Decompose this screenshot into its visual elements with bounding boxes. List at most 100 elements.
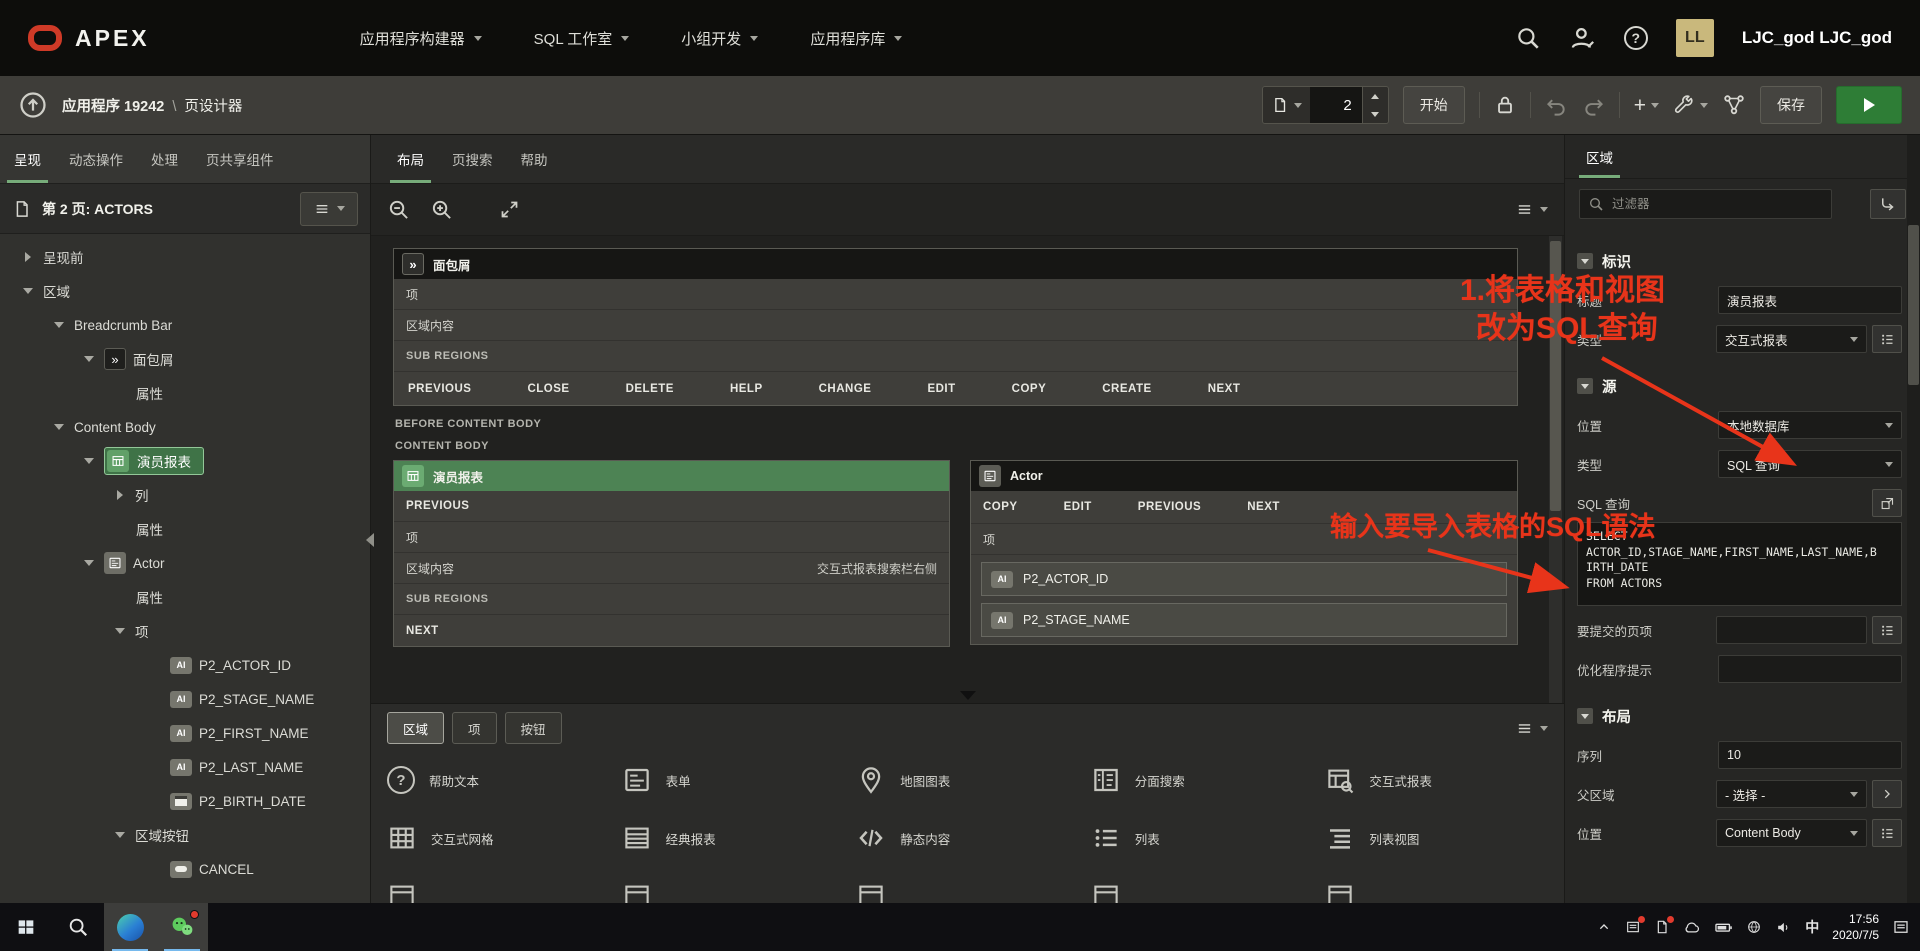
tray-app-icon[interactable]: [1625, 916, 1646, 935]
region-row-subregions[interactable]: SUB REGIONS: [394, 584, 949, 615]
canvas-scrollbar[interactable]: [1549, 236, 1562, 703]
code-editor-button[interactable]: [1872, 489, 1902, 517]
start-button[interactable]: [0, 903, 52, 951]
canvas-button-next[interactable]: NEXT: [1208, 383, 1241, 395]
tree-item-pre-rendering[interactable]: 呈现前: [0, 240, 370, 274]
edge-icon[interactable]: [104, 903, 156, 951]
canvas-button-change[interactable]: CHANGE: [819, 383, 872, 395]
gallery-item-form[interactable]: 表单: [622, 760, 845, 800]
actor-form-header[interactable]: Actor: [971, 461, 1517, 491]
page-items-lov-button[interactable]: [1872, 616, 1902, 644]
layout-menu-button[interactable]: [1516, 201, 1548, 218]
expand-icon[interactable]: [499, 199, 520, 220]
tab-shared-components[interactable]: 页共享组件: [192, 135, 288, 183]
tab-processing[interactable]: 处理: [137, 135, 192, 183]
tray-app-icon[interactable]: [1654, 916, 1675, 935]
go-button[interactable]: 开始: [1402, 86, 1465, 124]
filter-input[interactable]: [1612, 197, 1823, 211]
go-to-group-button[interactable]: [1870, 189, 1906, 219]
breadcrumb-app[interactable]: 应用程序 19242: [62, 99, 164, 115]
canvas-item-p2-actor-id[interactable]: AI P2_ACTOR_ID: [981, 562, 1507, 596]
nav-team-dev[interactable]: 小组开发: [681, 28, 759, 49]
tree-item-attributes[interactable]: 属性: [0, 376, 370, 410]
gallery-item-interactive-report[interactable]: 交互式报表: [1325, 760, 1548, 800]
tree-item-p2-last-name[interactable]: AI P2_LAST_NAME: [0, 750, 370, 784]
redo-icon[interactable]: [1582, 94, 1605, 117]
utilities-menu-button[interactable]: [1673, 94, 1708, 116]
gallery-tab-buttons[interactable]: 按钮: [504, 712, 562, 744]
admin-user-icon[interactable]: [1569, 25, 1596, 52]
canvas-button-next[interactable]: NEXT: [406, 625, 439, 637]
canvas-button-edit[interactable]: EDIT: [1064, 501, 1092, 513]
page-step-up[interactable]: [1363, 87, 1388, 105]
chevron-down-icon[interactable]: [112, 827, 128, 843]
lock-icon[interactable]: [1494, 94, 1516, 116]
region-row-items[interactable]: 项: [394, 279, 1517, 310]
tree-item-p2-actor-id[interactable]: AI P2_ACTOR_ID: [0, 648, 370, 682]
chevron-down-icon[interactable]: [51, 419, 67, 435]
tree-item-p2-stage-name[interactable]: AI P2_STAGE_NAME: [0, 682, 370, 716]
chevron-down-icon[interactable]: [81, 351, 97, 367]
canvas-button-previous[interactable]: PREVIOUS: [408, 383, 471, 395]
action-center-icon[interactable]: [1892, 918, 1910, 936]
undo-icon[interactable]: [1545, 94, 1568, 117]
page-number-input[interactable]: [1309, 87, 1362, 123]
gallery-item-partial[interactable]: [1325, 876, 1548, 903]
source-type-select[interactable]: SQL 查询: [1718, 450, 1902, 478]
tree-item-breadcrumb[interactable]: » 面包屑: [0, 342, 370, 376]
page-step-down[interactable]: [1363, 105, 1388, 123]
canvas-button-delete[interactable]: DELETE: [626, 383, 674, 395]
tab-dynamic-actions[interactable]: 动态操作: [55, 135, 137, 183]
region-type-select[interactable]: 交互式报表: [1716, 325, 1867, 353]
breadcrumb-region-header[interactable]: » 面包屑: [394, 249, 1517, 279]
collapse-toggle-icon[interactable]: [1577, 708, 1593, 724]
gallery-menu-button[interactable]: [1516, 720, 1548, 737]
canvas-button-copy[interactable]: COPY: [1012, 383, 1047, 395]
collapse-toggle-icon[interactable]: [1577, 253, 1593, 269]
chevron-right-icon[interactable]: [20, 249, 36, 265]
gallery-item-interactive-grid[interactable]: 交互式网格: [387, 818, 610, 858]
nav-app-gallery[interactable]: 应用程序库: [810, 28, 903, 49]
battery-icon[interactable]: [1714, 918, 1733, 937]
canvas-item-p2-stage-name[interactable]: AI P2_STAGE_NAME: [981, 603, 1507, 637]
tree-item-items[interactable]: 项: [0, 614, 370, 648]
onedrive-cloud-icon[interactable]: [1683, 918, 1701, 936]
tab-region-properties[interactable]: 区域: [1571, 135, 1628, 178]
wechat-icon[interactable]: [156, 903, 208, 951]
run-page-button[interactable]: [1836, 86, 1902, 124]
chevron-down-icon[interactable]: [81, 453, 97, 469]
collapse-toggle-icon[interactable]: [1577, 378, 1593, 394]
region-row-content[interactable]: 区域内容: [394, 310, 1517, 341]
shared-components-icon[interactable]: [1722, 93, 1746, 117]
network-icon[interactable]: [1746, 919, 1762, 935]
selected-tree-node[interactable]: 演员报表: [104, 447, 204, 475]
tray-expand-icon[interactable]: [1596, 919, 1612, 935]
tab-rendering[interactable]: 呈现: [0, 135, 55, 183]
scrollbar-thumb[interactable]: [1550, 241, 1561, 511]
canvas-button-create[interactable]: CREATE: [1102, 383, 1151, 395]
gallery-item-partial[interactable]: [856, 876, 1079, 903]
chevron-down-icon[interactable]: [112, 623, 128, 639]
canvas-button-edit[interactable]: EDIT: [927, 383, 955, 395]
zoom-in-icon[interactable]: [430, 198, 453, 221]
scrollbar-thumb[interactable]: [1908, 225, 1919, 385]
tree-item-region-buttons[interactable]: 区域按钮: [0, 818, 370, 852]
actor-report-header[interactable]: 演员报表: [394, 461, 949, 491]
gallery-item-static-content[interactable]: 静态内容: [856, 818, 1079, 858]
create-menu-button[interactable]: +: [1634, 95, 1659, 116]
region-row-items[interactable]: 项: [971, 524, 1517, 555]
tree-item-p2-first-name[interactable]: AI P2_FIRST_NAME: [0, 716, 370, 750]
gallery-item-partial[interactable]: [387, 876, 610, 903]
filter-box[interactable]: [1579, 189, 1832, 219]
gallery-item-list[interactable]: 列表: [1091, 818, 1314, 858]
gallery-item-classic-report[interactable]: 经典报表: [622, 818, 845, 858]
property-panel-scrollbar[interactable]: [1907, 135, 1920, 903]
position-lov-button[interactable]: [1872, 819, 1902, 847]
tree-item-regions[interactable]: 区域: [0, 274, 370, 308]
tree-item-p2-birth-date[interactable]: P2_BIRTH_DATE: [0, 784, 370, 818]
optimizer-hint-input[interactable]: [1718, 655, 1902, 683]
zoom-out-icon[interactable]: [387, 198, 410, 221]
tree-item-attributes[interactable]: 属性: [0, 580, 370, 614]
page-items-input[interactable]: [1716, 616, 1867, 644]
gallery-tab-regions[interactable]: 区域: [387, 712, 445, 744]
